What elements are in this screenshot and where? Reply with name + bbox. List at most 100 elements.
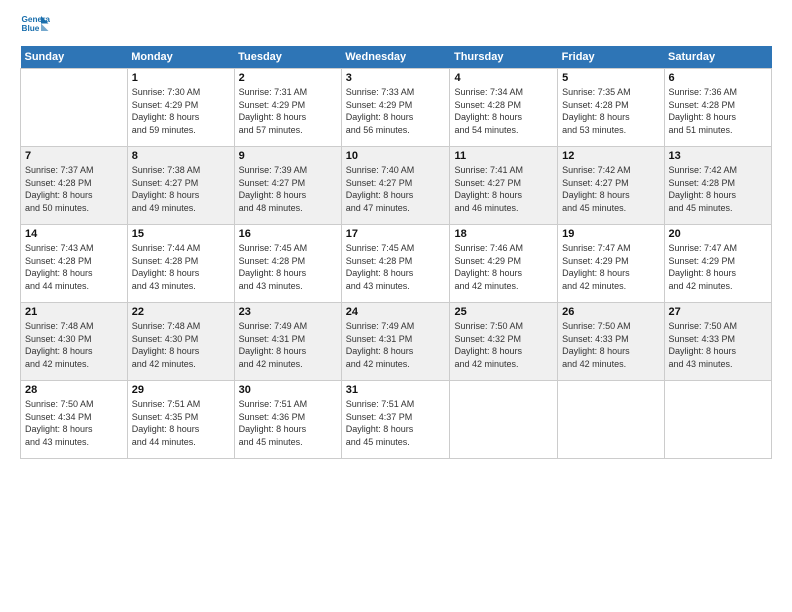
calendar-week-row: 14Sunrise: 7:43 AM Sunset: 4:28 PM Dayli… [21, 225, 772, 303]
page-container: General Blue SundayMondayTuesdayWednesda… [0, 0, 792, 469]
calendar-week-row: 28Sunrise: 7:50 AM Sunset: 4:34 PM Dayli… [21, 381, 772, 459]
calendar-cell: 27 Sunrise: 7:50 AM Sunset: 4:33 PM Dayli… [664, 303, 772, 381]
day-number: 4 [454, 72, 553, 84]
day-info: Sunrise: 7:38 AM Sunset: 4:27 PM Dayligh… [132, 164, 230, 214]
calendar-cell [450, 381, 558, 459]
logo-icon: General Blue [20, 10, 50, 40]
day-number: 26 [562, 306, 659, 318]
weekday-row: SundayMondayTuesdayWednesdayThursdayFrid… [21, 46, 772, 69]
day-number: 10 [346, 150, 446, 162]
calendar-cell [21, 69, 128, 147]
day-number: 22 [132, 306, 230, 318]
day-info: Sunrise: 7:47 AM Sunset: 4:29 PM Dayligh… [562, 242, 659, 292]
day-number: 29 [132, 384, 230, 396]
header: General Blue [20, 10, 772, 40]
day-info: Sunrise: 7:50 AM Sunset: 4:34 PM Dayligh… [25, 398, 123, 448]
calendar-cell: 14Sunrise: 7:43 AM Sunset: 4:28 PM Dayli… [21, 225, 128, 303]
day-info: Sunrise: 7:45 AM Sunset: 4:28 PM Dayligh… [346, 242, 446, 292]
logo: General Blue [20, 10, 50, 40]
svg-text:Blue: Blue [22, 24, 40, 33]
day-info: Sunrise: 7:45 AM Sunset: 4:28 PM Dayligh… [239, 242, 337, 292]
day-info: Sunrise: 7:51 AM Sunset: 4:36 PM Dayligh… [239, 398, 337, 448]
day-info: Sunrise: 7:33 AM Sunset: 4:29 PM Dayligh… [346, 86, 446, 136]
calendar-week-row: 7Sunrise: 7:37 AM Sunset: 4:28 PM Daylig… [21, 147, 772, 225]
calendar-cell: 1 Sunrise: 7:30 AM Sunset: 4:29 PM Daylig… [127, 69, 234, 147]
day-info: Sunrise: 7:49 AM Sunset: 4:31 PM Dayligh… [239, 320, 337, 370]
day-number: 3 [346, 72, 446, 84]
weekday-header: Tuesday [234, 46, 341, 69]
day-info: Sunrise: 7:51 AM Sunset: 4:35 PM Dayligh… [132, 398, 230, 448]
calendar-table: SundayMondayTuesdayWednesdayThursdayFrid… [20, 46, 772, 459]
day-number: 23 [239, 306, 337, 318]
day-info: Sunrise: 7:48 AM Sunset: 4:30 PM Dayligh… [25, 320, 123, 370]
calendar-cell: 13Sunrise: 7:42 AM Sunset: 4:28 PM Dayli… [664, 147, 772, 225]
calendar-cell: 19Sunrise: 7:47 AM Sunset: 4:29 PM Dayli… [558, 225, 664, 303]
day-info: Sunrise: 7:50 AM Sunset: 4:32 PM Dayligh… [454, 320, 553, 370]
calendar-header: SundayMondayTuesdayWednesdayThursdayFrid… [21, 46, 772, 69]
weekday-header: Monday [127, 46, 234, 69]
day-number: 20 [669, 228, 768, 240]
day-info: Sunrise: 7:51 AM Sunset: 4:37 PM Dayligh… [346, 398, 446, 448]
calendar-cell: 26 Sunrise: 7:50 AM Sunset: 4:33 PM Dayli… [558, 303, 664, 381]
day-info: Sunrise: 7:43 AM Sunset: 4:28 PM Dayligh… [25, 242, 123, 292]
day-info: Sunrise: 7:34 AM Sunset: 4:28 PM Dayligh… [454, 86, 553, 136]
calendar-cell: 30Sunrise: 7:51 AM Sunset: 4:36 PM Dayli… [234, 381, 341, 459]
calendar-cell: 6Sunrise: 7:36 AM Sunset: 4:28 PM Daylig… [664, 69, 772, 147]
calendar-cell: 5Sunrise: 7:35 AM Sunset: 4:28 PM Daylig… [558, 69, 664, 147]
day-number: 31 [346, 384, 446, 396]
calendar-cell: 20 Sunrise: 7:47 AM Sunset: 4:29 PM Dayli… [664, 225, 772, 303]
calendar-cell: 4 Sunrise: 7:34 AM Sunset: 4:28 PM Daylig… [450, 69, 558, 147]
day-number: 17 [346, 228, 446, 240]
calendar-cell: 21Sunrise: 7:48 AM Sunset: 4:30 PM Dayli… [21, 303, 128, 381]
day-info: Sunrise: 7:40 AM Sunset: 4:27 PM Dayligh… [346, 164, 446, 214]
day-number: 9 [239, 150, 337, 162]
calendar-cell: 8 Sunrise: 7:38 AM Sunset: 4:27 PM Daylig… [127, 147, 234, 225]
weekday-header: Saturday [664, 46, 772, 69]
day-number: 15 [132, 228, 230, 240]
day-info: Sunrise: 7:50 AM Sunset: 4:33 PM Dayligh… [669, 320, 768, 370]
calendar-cell: 24 Sunrise: 7:49 AM Sunset: 4:31 PM Dayli… [341, 303, 450, 381]
day-number: 6 [669, 72, 768, 84]
calendar-cell: 11Sunrise: 7:41 AM Sunset: 4:27 PM Dayli… [450, 147, 558, 225]
calendar-cell: 18 Sunrise: 7:46 AM Sunset: 4:29 PM Dayli… [450, 225, 558, 303]
calendar-cell: 3 Sunrise: 7:33 AM Sunset: 4:29 PM Daylig… [341, 69, 450, 147]
calendar-cell: 10 Sunrise: 7:40 AM Sunset: 4:27 PM Dayli… [341, 147, 450, 225]
calendar-cell [664, 381, 772, 459]
day-info: Sunrise: 7:50 AM Sunset: 4:33 PM Dayligh… [562, 320, 659, 370]
day-info: Sunrise: 7:47 AM Sunset: 4:29 PM Dayligh… [669, 242, 768, 292]
weekday-header: Friday [558, 46, 664, 69]
calendar-cell: 9 Sunrise: 7:39 AM Sunset: 4:27 PM Daylig… [234, 147, 341, 225]
day-number: 13 [669, 150, 768, 162]
calendar-cell: 15Sunrise: 7:44 AM Sunset: 4:28 PM Dayli… [127, 225, 234, 303]
weekday-header: Wednesday [341, 46, 450, 69]
day-info: Sunrise: 7:48 AM Sunset: 4:30 PM Dayligh… [132, 320, 230, 370]
day-number: 24 [346, 306, 446, 318]
day-number: 27 [669, 306, 768, 318]
day-info: Sunrise: 7:46 AM Sunset: 4:29 PM Dayligh… [454, 242, 553, 292]
calendar-cell: 2Sunrise: 7:31 AM Sunset: 4:29 PM Daylig… [234, 69, 341, 147]
calendar-cell [558, 381, 664, 459]
calendar-cell: 17 Sunrise: 7:45 AM Sunset: 4:28 PM Dayli… [341, 225, 450, 303]
day-number: 25 [454, 306, 553, 318]
day-number: 8 [132, 150, 230, 162]
day-info: Sunrise: 7:39 AM Sunset: 4:27 PM Dayligh… [239, 164, 337, 214]
calendar-cell: 7Sunrise: 7:37 AM Sunset: 4:28 PM Daylig… [21, 147, 128, 225]
day-number: 1 [132, 72, 230, 84]
day-number: 11 [454, 150, 553, 162]
calendar-body: 1 Sunrise: 7:30 AM Sunset: 4:29 PM Daylig… [21, 69, 772, 459]
weekday-header: Sunday [21, 46, 128, 69]
calendar-cell: 22 Sunrise: 7:48 AM Sunset: 4:30 PM Dayli… [127, 303, 234, 381]
day-info: Sunrise: 7:49 AM Sunset: 4:31 PM Dayligh… [346, 320, 446, 370]
day-number: 18 [454, 228, 553, 240]
calendar-cell: 28Sunrise: 7:50 AM Sunset: 4:34 PM Dayli… [21, 381, 128, 459]
calendar-cell: 12 Sunrise: 7:42 AM Sunset: 4:27 PM Dayli… [558, 147, 664, 225]
weekday-header: Thursday [450, 46, 558, 69]
day-number: 5 [562, 72, 659, 84]
calendar-week-row: 1 Sunrise: 7:30 AM Sunset: 4:29 PM Daylig… [21, 69, 772, 147]
day-info: Sunrise: 7:42 AM Sunset: 4:27 PM Dayligh… [562, 164, 659, 214]
day-number: 12 [562, 150, 659, 162]
calendar-cell: 16 Sunrise: 7:45 AM Sunset: 4:28 PM Dayli… [234, 225, 341, 303]
day-info: Sunrise: 7:30 AM Sunset: 4:29 PM Dayligh… [132, 86, 230, 136]
day-info: Sunrise: 7:31 AM Sunset: 4:29 PM Dayligh… [239, 86, 337, 136]
day-number: 16 [239, 228, 337, 240]
